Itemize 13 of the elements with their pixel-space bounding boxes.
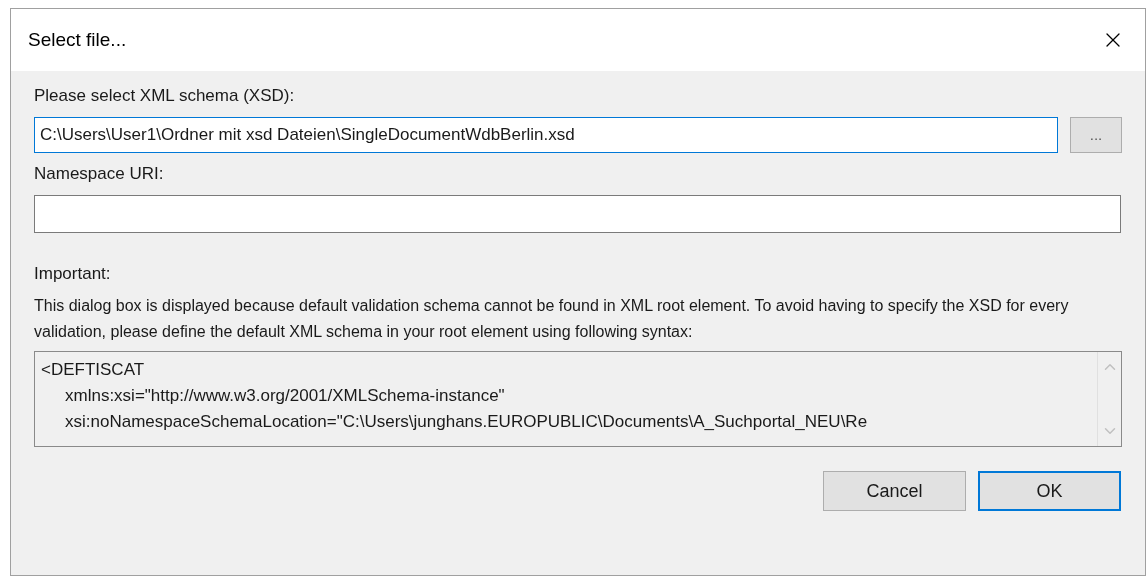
schema-path-field[interactable]: C:\Users\User1\Ordner mit xsd Dateien\SingleDocumentWdbBerlin.xsd: [34, 117, 1058, 153]
field-label: Namespace URI:: [34, 163, 165, 185]
syntax-line: xmlns:xsi="http://www.w3.org/2001/XMLSchema-instance": [64, 385, 506, 407]
syntax-line: <DEFTISCAT: [41, 359, 146, 381]
field-label: Please select XML schema (XSD):: [34, 85, 296, 107]
namespace-uri-field[interactable]: [34, 195, 1121, 233]
important-label: Important:: [34, 263, 112, 285]
dialog-button[interactable]: OK: [978, 471, 1121, 511]
window-title: Select file...: [28, 27, 127, 52]
syntax-line: xsi:noNamespaceSchemaLocation="C:\Users\junghans.EUROPUBLIC\Documents\A_Suchportal_NEU\Re: [64, 411, 869, 433]
dialog-button[interactable]: Cancel: [823, 471, 966, 511]
browse-button[interactable]: ...: [1070, 117, 1122, 153]
important-message: This dialog box is displayed because default validation schema cannot be found in XML root element. To avoid having to specify the XSD for every validation, please define the default XML schema in your root element using following syntax:: [34, 296, 1070, 342]
